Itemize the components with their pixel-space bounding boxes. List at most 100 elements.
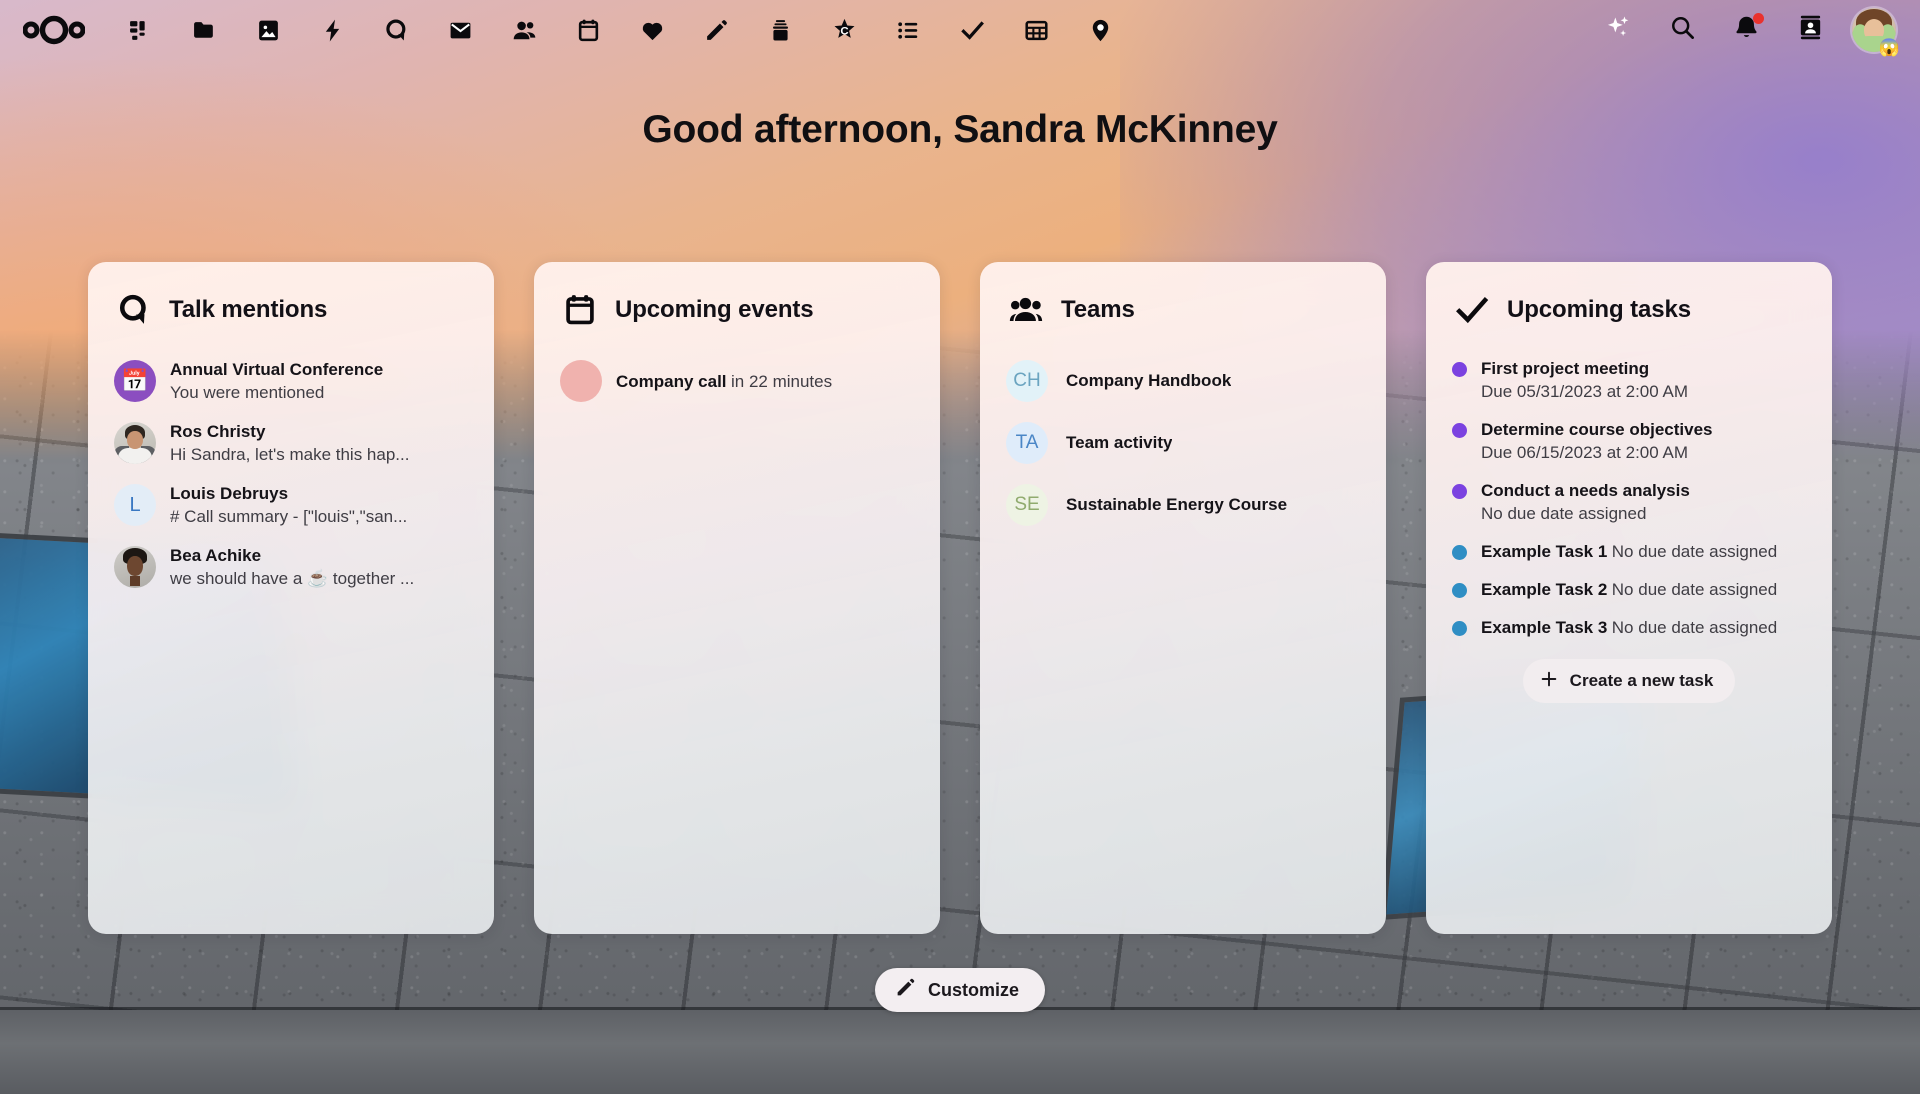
- widget-title: Upcoming tasks: [1507, 296, 1691, 323]
- widget-body-talk-mentions: 📅 Annual Virtual Conference You were men…: [88, 336, 494, 934]
- calendar-avatar-icon: 📅: [114, 360, 156, 402]
- task-due-date: No due date assigned: [1611, 580, 1778, 599]
- check-icon: [960, 18, 985, 43]
- topbar-right-controls: 😱: [1586, 0, 1920, 60]
- task-status-dot: [1452, 545, 1467, 560]
- magnifier-icon: [1669, 14, 1696, 46]
- task-due-date: No due date assigned: [1481, 504, 1647, 523]
- app-tables[interactable]: [1004, 0, 1068, 60]
- list-item-subtitle: You were mentioned: [170, 382, 325, 402]
- task-due-date: No due date assigned: [1611, 618, 1778, 637]
- app-tasks[interactable]: [876, 0, 940, 60]
- app-contacts[interactable]: [492, 0, 556, 60]
- app-calendar[interactable]: [556, 0, 620, 60]
- avatar-neck: [130, 576, 140, 586]
- search-button[interactable]: [1650, 0, 1714, 60]
- list-item-title: Company call: [616, 371, 727, 391]
- app-photos[interactable]: [236, 0, 300, 60]
- background-roof-band: [0, 1010, 1920, 1094]
- list-item-text: Determine course objectives Due 06/15/20…: [1481, 418, 1806, 465]
- list-item[interactable]: CH Company Handbook: [994, 350, 1372, 412]
- avatar: [114, 546, 156, 588]
- list-item[interactable]: Bea Achike we should have a ☕ together .…: [102, 536, 480, 598]
- app-dashboard[interactable]: [108, 0, 172, 60]
- app-maps[interactable]: [1068, 0, 1132, 60]
- list-item[interactable]: SE Sustainable Energy Course: [994, 474, 1372, 536]
- app-notes[interactable]: [684, 0, 748, 60]
- list-item-title: Louis Debruys: [170, 483, 289, 503]
- dashboard-icon: [128, 18, 153, 43]
- list-item-title: Annual Virtual Conference: [170, 359, 384, 379]
- check-icon: [1454, 292, 1490, 328]
- user-avatar-button[interactable]: 😱: [1842, 0, 1906, 60]
- contacts-menu-button[interactable]: [1778, 0, 1842, 60]
- list-item-subtitle: Hi Sandra, let's make this hap...: [170, 444, 410, 464]
- pencil-icon: [704, 18, 729, 43]
- app-collectives[interactable]: C: [812, 0, 876, 60]
- list-item[interactable]: Ros Christy Hi Sandra, let's make this h…: [102, 412, 480, 474]
- list-item-text: Bea Achike we should have a ☕ together .…: [170, 545, 468, 590]
- assistant-button[interactable]: [1586, 0, 1650, 60]
- list-item[interactable]: TA Team activity: [994, 412, 1372, 474]
- list-item-title: Ros Christy: [170, 421, 266, 441]
- app-activity[interactable]: [300, 0, 364, 60]
- list-item-text: Example Task 2 No due date assigned: [1481, 578, 1806, 602]
- widget-body-upcoming-tasks: First project meeting Due 05/31/2023 at …: [1426, 336, 1832, 934]
- notifications-button[interactable]: [1714, 0, 1778, 60]
- list-item-text: Company call in 22 minutes: [616, 370, 914, 393]
- task-title: Example Task 1: [1481, 542, 1608, 561]
- calendar-icon: [576, 18, 601, 43]
- app-talk[interactable]: [364, 0, 428, 60]
- list-item-text: Louis Debruys # Call summary - ["louis",…: [170, 483, 468, 528]
- calendar-emoji: 📅: [121, 368, 149, 393]
- envelope-icon: [448, 18, 473, 43]
- widget-title: Upcoming events: [615, 296, 814, 323]
- avatar-status-emoji: 😱: [1878, 38, 1900, 57]
- list-item[interactable]: Company call in 22 minutes: [548, 350, 926, 412]
- widget-upcoming-tasks: Upcoming tasks First project meeting Due…: [1426, 262, 1832, 934]
- customize-button[interactable]: Customize: [874, 968, 1045, 1012]
- page-title: Good afternoon, Sandra McKinney: [642, 108, 1278, 151]
- task-status-dot: [1452, 484, 1467, 499]
- avatar-shirt: [118, 448, 152, 464]
- image-icon: [256, 18, 281, 43]
- list-item[interactable]: Conduct a needs analysis No due date ass…: [1440, 472, 1818, 533]
- collectives-star-icon: C: [832, 18, 857, 43]
- list-item-title: Bea Achike: [170, 545, 262, 565]
- app-checks[interactable]: [940, 0, 1004, 60]
- list-item[interactable]: 📅 Annual Virtual Conference You were men…: [102, 350, 480, 412]
- dashboard-widget-grid: Talk mentions 📅 Annual Virtual Conferenc…: [88, 262, 1838, 934]
- svg-text:C: C: [840, 25, 848, 37]
- widget-header-teams: Teams: [980, 284, 1386, 336]
- list-item-text: Annual Virtual Conference You were menti…: [170, 359, 468, 404]
- task-due-date: Due 05/31/2023 at 2:00 AM: [1481, 382, 1688, 401]
- top-navigation-bar: C 😱: [0, 0, 1920, 60]
- list-item-text: First project meeting Due 05/31/2023 at …: [1481, 357, 1806, 404]
- task-due-date: Due 06/15/2023 at 2:00 AM: [1481, 443, 1688, 462]
- list-item[interactable]: Example Task 2 No due date assigned: [1440, 571, 1818, 609]
- app-health[interactable]: [620, 0, 684, 60]
- task-status-dot: [1452, 423, 1467, 438]
- create-new-task-label: Create a new task: [1569, 671, 1714, 690]
- event-color-dot: [560, 360, 602, 402]
- list-item[interactable]: First project meeting Due 05/31/2023 at …: [1440, 350, 1818, 411]
- avatar: [114, 422, 156, 464]
- avatar-initial: L: [114, 484, 156, 526]
- widget-talk-mentions: Talk mentions 📅 Annual Virtual Conferenc…: [88, 262, 494, 934]
- deck-stack-icon: [768, 18, 793, 43]
- list-item[interactable]: L Louis Debruys # Call summary - ["louis…: [102, 474, 480, 536]
- create-new-task-button[interactable]: Create a new task: [1522, 659, 1736, 703]
- list-item[interactable]: Example Task 3 No due date assigned: [1440, 609, 1818, 647]
- widget-header-upcoming-events: Upcoming events: [534, 284, 940, 336]
- app-files[interactable]: [172, 0, 236, 60]
- list-item-subtitle: in 22 minutes: [731, 371, 833, 391]
- app-deck[interactable]: [748, 0, 812, 60]
- nextcloud-logo-icon[interactable]: [0, 0, 108, 60]
- task-status-dot: [1452, 583, 1467, 598]
- list-item[interactable]: Determine course objectives Due 06/15/20…: [1440, 411, 1818, 472]
- list-item[interactable]: Example Task 1 No due date assigned: [1440, 533, 1818, 571]
- team-label: Company Handbook: [1066, 371, 1232, 390]
- app-mail[interactable]: [428, 0, 492, 60]
- list-item-subtitle: we should have a ☕ together ...: [170, 568, 415, 588]
- task-title: Determine course objectives: [1481, 420, 1713, 439]
